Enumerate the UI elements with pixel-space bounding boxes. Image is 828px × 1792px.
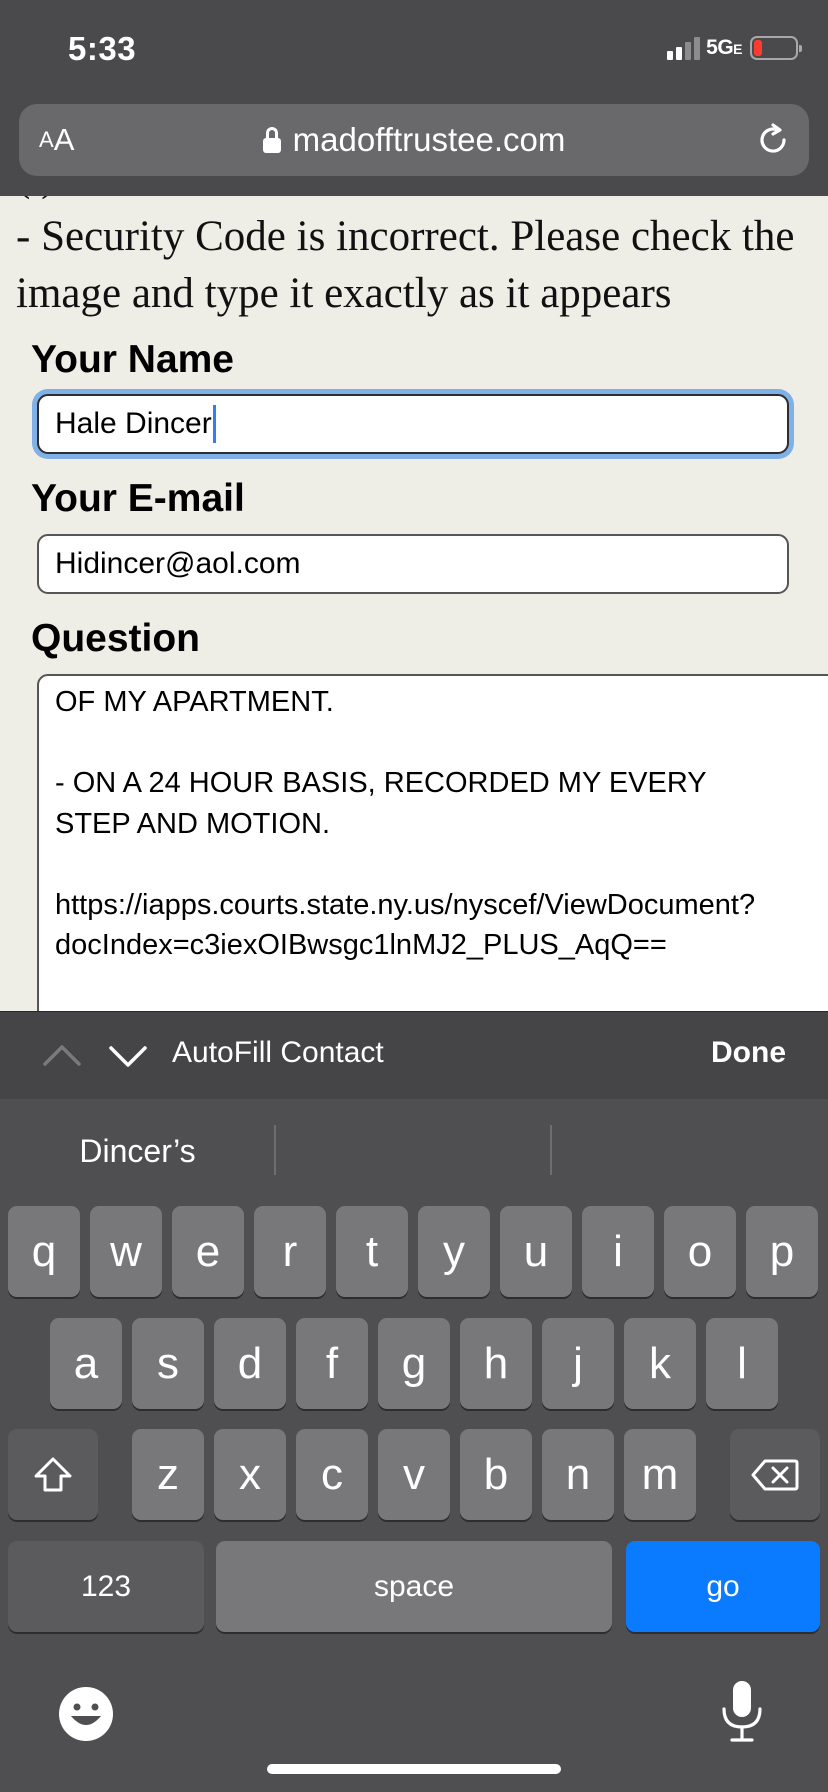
status-time: 5:33 bbox=[68, 30, 137, 67]
question-line: STEP AND MOTION. bbox=[55, 807, 331, 840]
key-h[interactable]: h bbox=[460, 1318, 532, 1409]
email-field[interactable]: Hidincer@aol.com bbox=[37, 534, 789, 594]
question-line: docIndex=c3iexOIBwsgc1lnMJ2_PLUS_AqQ== bbox=[55, 929, 667, 961]
key-q[interactable]: q bbox=[8, 1206, 80, 1297]
key-g[interactable]: g bbox=[378, 1318, 450, 1409]
key-u[interactable]: u bbox=[500, 1206, 572, 1297]
error-line-1: - Security Code is incorrect. Please che… bbox=[16, 213, 795, 260]
done-button[interactable]: Done bbox=[711, 1036, 786, 1070]
shift-icon bbox=[34, 1457, 72, 1491]
key-t[interactable]: t bbox=[336, 1206, 408, 1297]
email-value: Hidincer@aol.com bbox=[55, 547, 301, 580]
space-key[interactable]: space bbox=[216, 1541, 612, 1632]
question-line bbox=[55, 723, 828, 764]
web-content: ( ) - Security Code is incorrect. Please… bbox=[0, 196, 828, 1011]
autofill-contact-button[interactable]: AutoFill Contact bbox=[172, 1036, 384, 1070]
key-n[interactable]: n bbox=[542, 1429, 614, 1520]
key-d[interactable]: d bbox=[214, 1318, 286, 1409]
delete-key[interactable] bbox=[730, 1429, 820, 1520]
suggestion-2[interactable] bbox=[276, 1099, 551, 1203]
key-f[interactable]: f bbox=[296, 1318, 368, 1409]
key-i[interactable]: i bbox=[582, 1206, 654, 1297]
error-line-2: image and type it exactly as it appears bbox=[16, 270, 672, 317]
key-k[interactable]: k bbox=[624, 1318, 696, 1409]
shift-key[interactable] bbox=[8, 1429, 98, 1520]
signal-icon bbox=[667, 36, 701, 60]
security-code-error: - Security Code is incorrect. Please che… bbox=[16, 208, 828, 322]
url-display[interactable]: madofftrustee.com bbox=[19, 104, 809, 176]
lock-icon bbox=[262, 127, 281, 153]
key-w[interactable]: w bbox=[90, 1206, 162, 1297]
status-indicators: 5GE bbox=[667, 36, 802, 60]
key-y[interactable]: y bbox=[418, 1206, 490, 1297]
key-x[interactable]: x bbox=[214, 1429, 286, 1520]
name-value: Hale Dincer bbox=[55, 407, 212, 440]
key-s[interactable]: s bbox=[132, 1318, 204, 1409]
key-l[interactable]: l bbox=[706, 1318, 778, 1409]
suggestion-bar: Dincer’s bbox=[0, 1099, 828, 1203]
name-field[interactable]: Hale Dincer bbox=[37, 394, 789, 454]
emoji-icon[interactable] bbox=[58, 1682, 114, 1746]
question-line bbox=[55, 844, 828, 885]
question-line: - ON A 24 HOUR BASIS, RECORDED MY EVERY bbox=[55, 767, 707, 799]
text-caret bbox=[212, 405, 216, 443]
key-j[interactable]: j bbox=[542, 1318, 614, 1409]
microphone-icon[interactable] bbox=[714, 1679, 770, 1743]
key-a[interactable]: a bbox=[50, 1318, 122, 1409]
battery-icon bbox=[750, 36, 802, 60]
url-text: madofftrustee.com bbox=[292, 121, 566, 158]
key-r[interactable]: r bbox=[254, 1206, 326, 1297]
key-b[interactable]: b bbox=[460, 1429, 532, 1520]
home-indicator[interactable] bbox=[267, 1764, 561, 1774]
key-e[interactable]: e bbox=[172, 1206, 244, 1297]
delete-icon bbox=[751, 1459, 799, 1490]
address-bar[interactable]: AA madofftrustee.com bbox=[19, 104, 809, 176]
question-textarea[interactable]: OF MY APARTMENT. - ON A 24 HOUR BASIS, R… bbox=[37, 674, 828, 1011]
key-o[interactable]: o bbox=[664, 1206, 736, 1297]
suggestion-1[interactable]: Dincer’s bbox=[0, 1099, 275, 1203]
chevron-up-icon[interactable] bbox=[40, 1034, 84, 1078]
network-label: 5G bbox=[706, 36, 734, 59]
question-line: https://iapps.courts.state.ny.us/nyscef/… bbox=[55, 888, 756, 921]
browser-chrome: 5:33 5GE AA madofftrustee.com bbox=[0, 0, 828, 196]
key-z[interactable]: z bbox=[132, 1429, 204, 1520]
question-line: OF MY APARTMENT. bbox=[55, 686, 334, 718]
network-suffix: E bbox=[733, 41, 742, 57]
clipped-text: ( ) bbox=[16, 196, 828, 201]
key-m[interactable]: m bbox=[624, 1429, 696, 1520]
name-label: Your Name bbox=[31, 338, 234, 381]
key-c[interactable]: c bbox=[296, 1429, 368, 1520]
key-v[interactable]: v bbox=[378, 1429, 450, 1520]
question-label: Question bbox=[31, 617, 201, 660]
chevron-down-icon[interactable] bbox=[106, 1034, 150, 1078]
reload-icon[interactable] bbox=[755, 122, 791, 158]
suggestion-3[interactable] bbox=[552, 1099, 827, 1203]
email-label: Your E-mail bbox=[31, 477, 245, 520]
network-type: 5GE bbox=[706, 36, 742, 60]
key-p[interactable]: p bbox=[746, 1206, 818, 1297]
numbers-key[interactable]: 123 bbox=[8, 1541, 204, 1632]
form-accessory-bar: AutoFill Contact Done bbox=[0, 1011, 828, 1099]
go-key[interactable]: go bbox=[626, 1541, 820, 1632]
keyboard: Dincer’s q w e r t y u i o p a s d f g h… bbox=[0, 1099, 828, 1792]
